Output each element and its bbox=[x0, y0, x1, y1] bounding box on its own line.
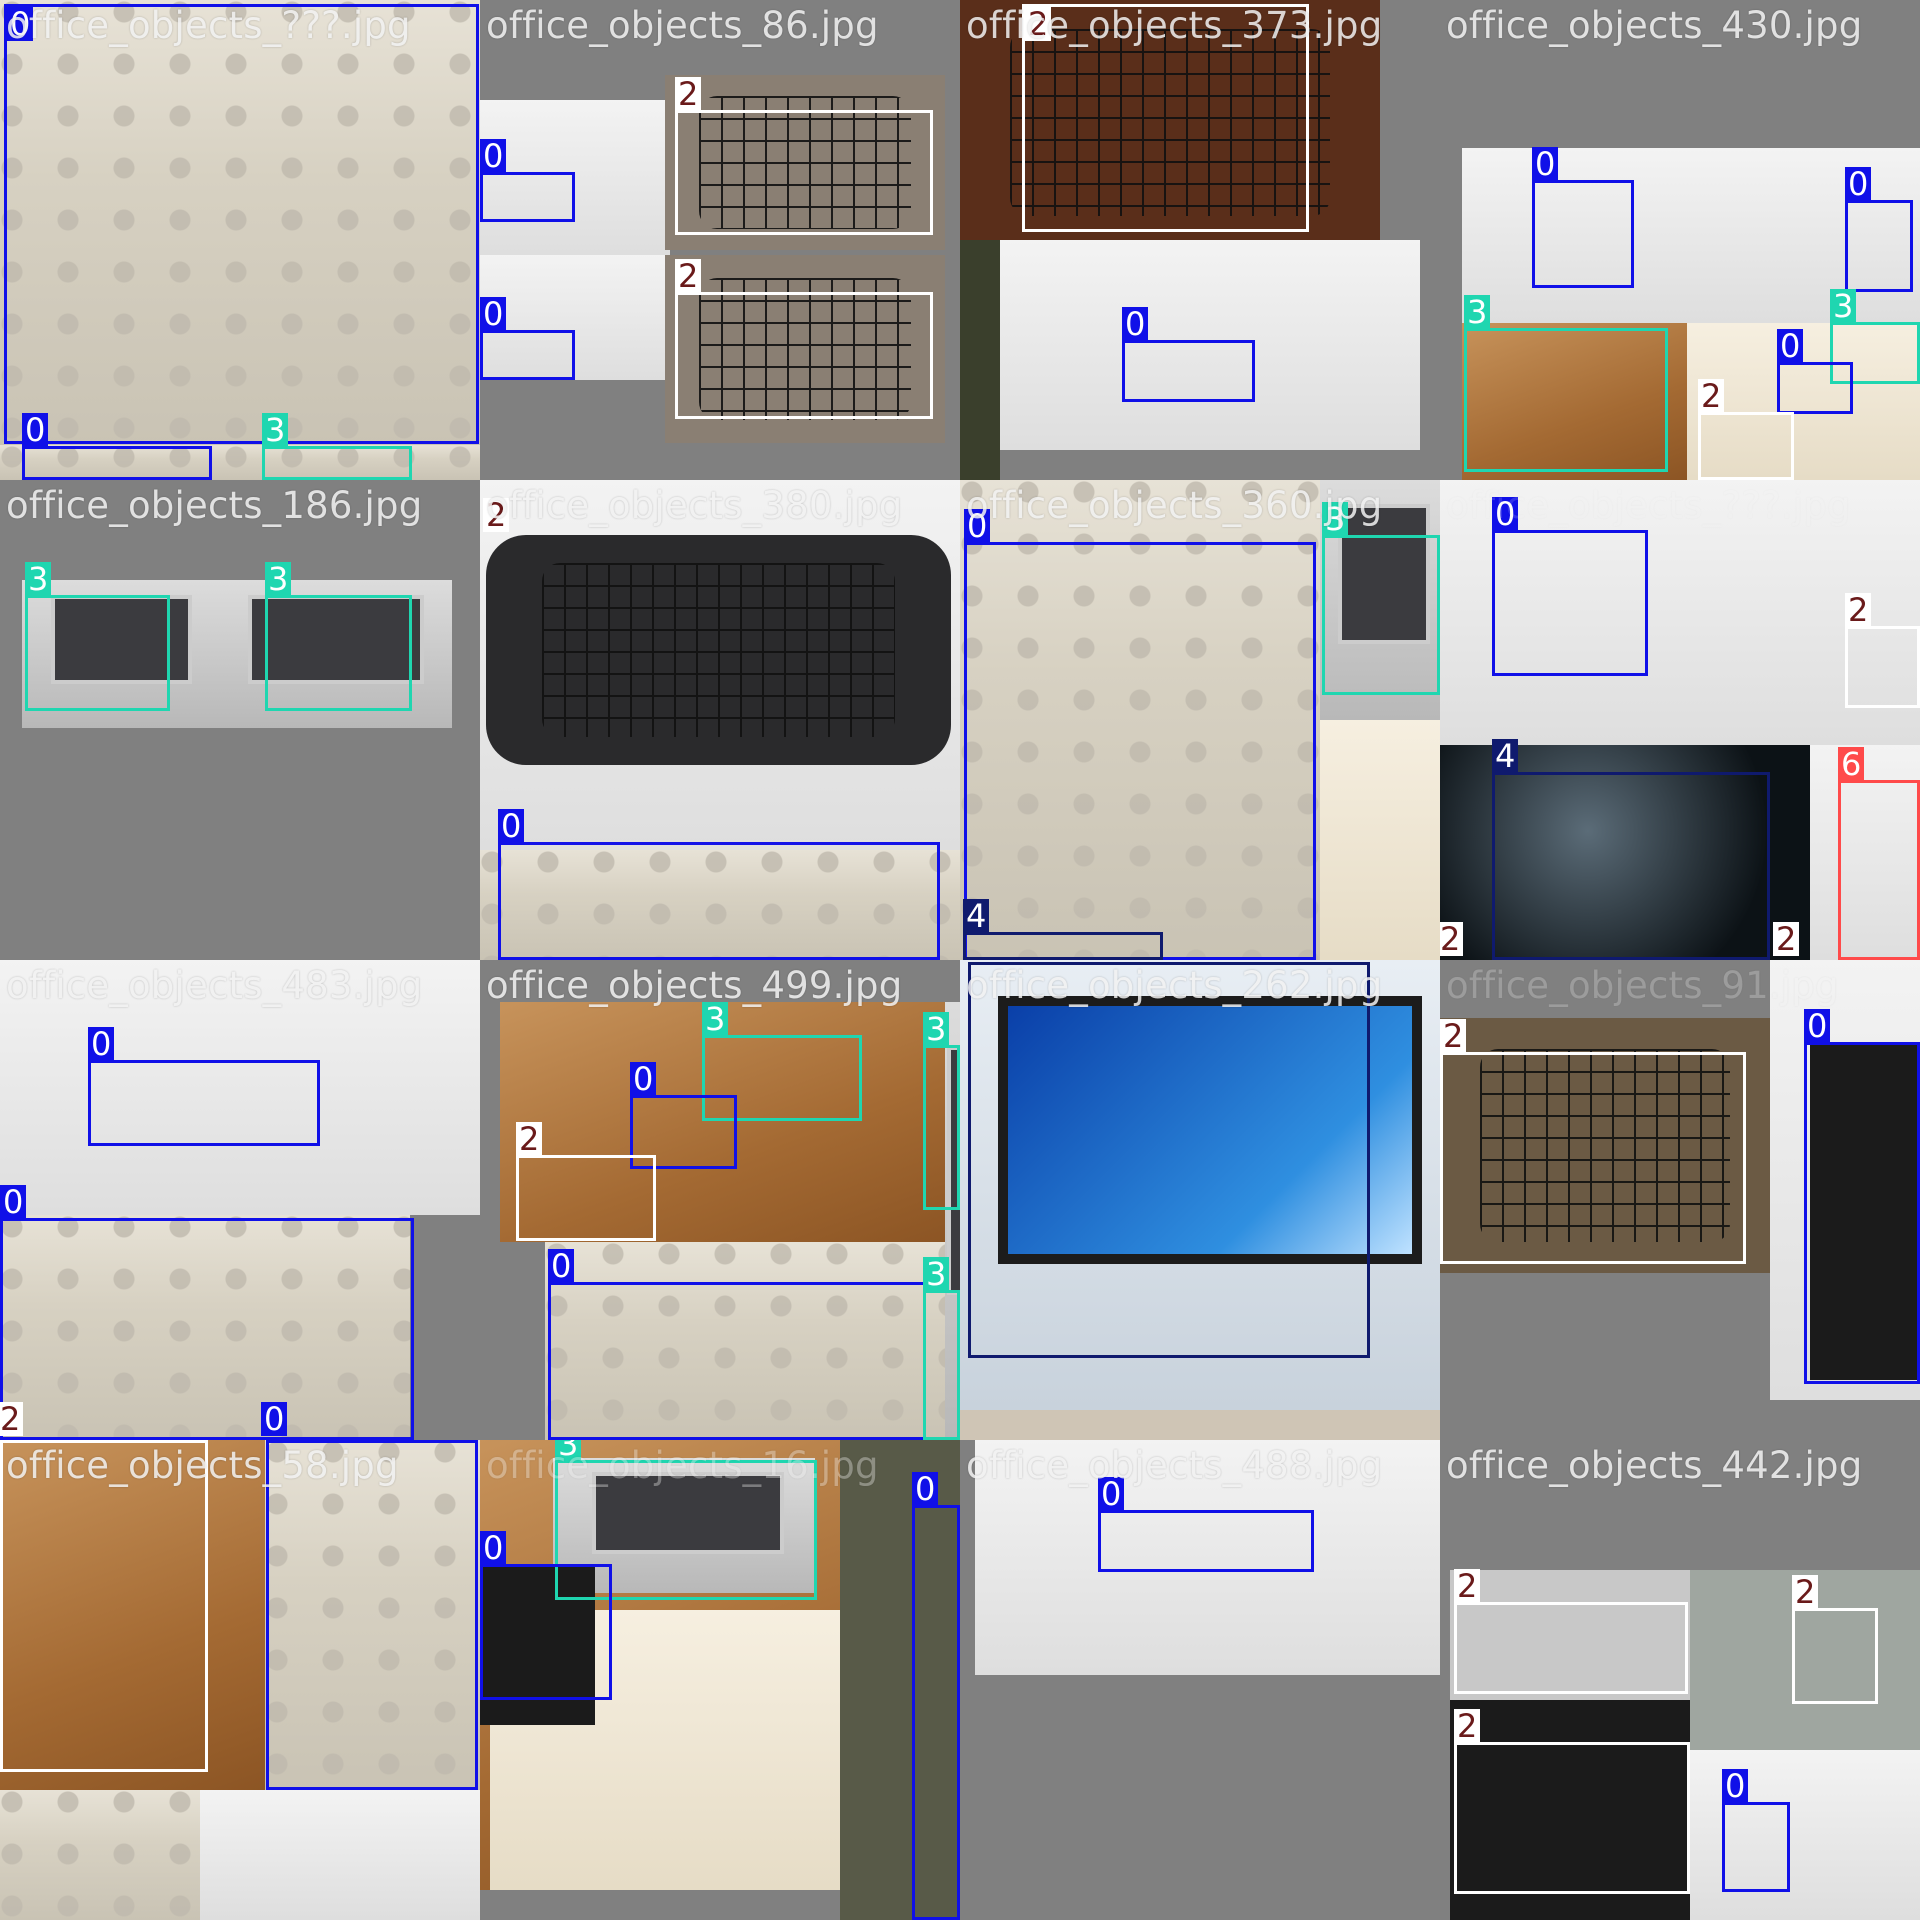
bbox: 0 bbox=[1845, 167, 1913, 292]
desk-photo bbox=[200, 1790, 480, 1920]
bbox: 2 bbox=[1792, 1575, 1878, 1704]
tile-filename: office_objects_360.jpg bbox=[966, 484, 1383, 527]
bbox bbox=[266, 1440, 478, 1790]
bbox: 2 bbox=[1698, 379, 1794, 480]
mosaic-tile: 2 0 office_objects_373.jpg bbox=[960, 0, 1440, 480]
bbox: 3 bbox=[262, 413, 412, 480]
desk-photo bbox=[960, 1410, 1440, 1440]
tile-filename: office_objects_???.jpg bbox=[1446, 484, 1851, 527]
bbox: 0 bbox=[964, 509, 1316, 960]
bbox: 4 bbox=[1492, 739, 1770, 960]
mosaic-tile: 2 0 office_objects_91.jpg bbox=[1440, 960, 1920, 1440]
tile-filename: office_objects_262.jpg bbox=[966, 964, 1383, 1007]
mosaic-tile: office_objects_58.jpg bbox=[0, 1440, 480, 1920]
bbox: 0 bbox=[480, 297, 575, 380]
bbox: 0 bbox=[498, 809, 940, 960]
bbox bbox=[0, 1440, 208, 1772]
tile-filename: office_objects_488.jpg bbox=[966, 1444, 1383, 1487]
bbox: 3 bbox=[265, 562, 412, 711]
bbox: 0 bbox=[1722, 1769, 1790, 1892]
bbox: 0 bbox=[912, 1472, 960, 1920]
bbox: 2 bbox=[516, 1122, 656, 1241]
tile-filename: office_objects_430.jpg bbox=[1446, 4, 1863, 47]
bbox: 3 bbox=[923, 1012, 960, 1210]
bbox: 0 bbox=[4, 4, 479, 444]
mosaic-tile: 0 0 3 3 0 2 office_objects_430.jpg bbox=[1440, 0, 1920, 480]
bbox: 2 bbox=[1454, 1709, 1690, 1894]
tile-filename: office_objects_???.jpg bbox=[6, 4, 411, 47]
bbox: 0 bbox=[1804, 1009, 1920, 1384]
mosaic-tile: 3 3 office_objects_186.jpg bbox=[0, 480, 480, 960]
bbox: 3 bbox=[1464, 295, 1668, 472]
tile-filename: office_objects_58.jpg bbox=[6, 1444, 399, 1487]
bbox: 3 bbox=[923, 1257, 960, 1440]
bbox: 4 bbox=[963, 899, 1163, 960]
mosaic-tile: 0 2 4 6 2 2 office_objects_???.jpg bbox=[1440, 480, 1920, 960]
tile-filename: office_objects_186.jpg bbox=[6, 484, 423, 527]
tile-filename: office_objects_380.jpg bbox=[486, 484, 903, 527]
bbox: 0 bbox=[88, 1027, 320, 1146]
mosaic-tile: 0 office_objects_488.jpg bbox=[960, 1440, 1440, 1920]
calculator-photo bbox=[0, 1790, 200, 1920]
mosaic-tile: 0 0 3 office_objects_???.jpg bbox=[0, 0, 480, 480]
bbox: 0 bbox=[1532, 147, 1634, 288]
bbox: 3 bbox=[1322, 502, 1440, 695]
tile-filename: office_objects_442.jpg bbox=[1446, 1444, 1863, 1487]
mosaic-tile: 3 0 0 office_objects_16.jpg bbox=[480, 1440, 960, 1920]
desk-photo bbox=[1320, 720, 1440, 960]
bbox: 2 bbox=[1845, 593, 1920, 708]
tile-filename: office_objects_91.jpg bbox=[1446, 964, 1839, 1007]
mosaic-tile: 0 0 2 2 office_objects_86.jpg bbox=[480, 0, 960, 480]
bbox: 0 bbox=[1098, 1477, 1314, 1572]
bbox: 6 bbox=[1838, 747, 1920, 960]
bbox: 2 bbox=[675, 77, 933, 235]
bbox: 0 bbox=[548, 1249, 926, 1440]
mosaic-tile: 2 2 2 0 office_objects_442.jpg bbox=[1440, 1440, 1920, 1920]
tile-filename: office_objects_499.jpg bbox=[486, 964, 903, 1007]
bbox: 0 bbox=[22, 413, 212, 480]
mosaic-tile: 0 3 4 office_objects_360.jpg bbox=[960, 480, 1440, 960]
tile-filename: office_objects_86.jpg bbox=[486, 4, 879, 47]
bbox: 0 bbox=[480, 139, 575, 222]
bbox: 0 bbox=[1492, 497, 1648, 676]
mosaic-tile: 2 0 office_objects_380.jpg bbox=[480, 480, 960, 960]
bbox: 0 bbox=[0, 1185, 414, 1440]
bbox: 0 bbox=[1122, 307, 1255, 402]
mosaic-tile: 3 3 0 2 0 3 office_objects_499.jpg bbox=[480, 960, 960, 1440]
mosaic-grid: 0 0 3 office_objects_???.jpg 0 0 2 2 off… bbox=[0, 0, 1920, 1920]
tile-filename: office_objects_16.jpg bbox=[486, 1444, 879, 1487]
photo-strip bbox=[960, 240, 1000, 480]
bbox: 0 bbox=[1777, 329, 1853, 414]
mosaic-tile: office_objects_262.jpg bbox=[960, 960, 1440, 1440]
bbox: 3 bbox=[25, 562, 170, 711]
bbox: 2 bbox=[675, 259, 933, 419]
bbox bbox=[968, 962, 1370, 1358]
tile-filename: office_objects_483.jpg bbox=[6, 964, 423, 1007]
bbox: 2 bbox=[1440, 1019, 1746, 1264]
tile-filename: office_objects_373.jpg bbox=[966, 4, 1383, 47]
bbox: 0 bbox=[480, 1531, 612, 1700]
mosaic-tile: 0 0 2 0 office_objects_483.jpg bbox=[0, 960, 480, 1440]
bbox: 2 bbox=[1454, 1569, 1688, 1694]
bbox: 2 bbox=[480, 483, 950, 783]
